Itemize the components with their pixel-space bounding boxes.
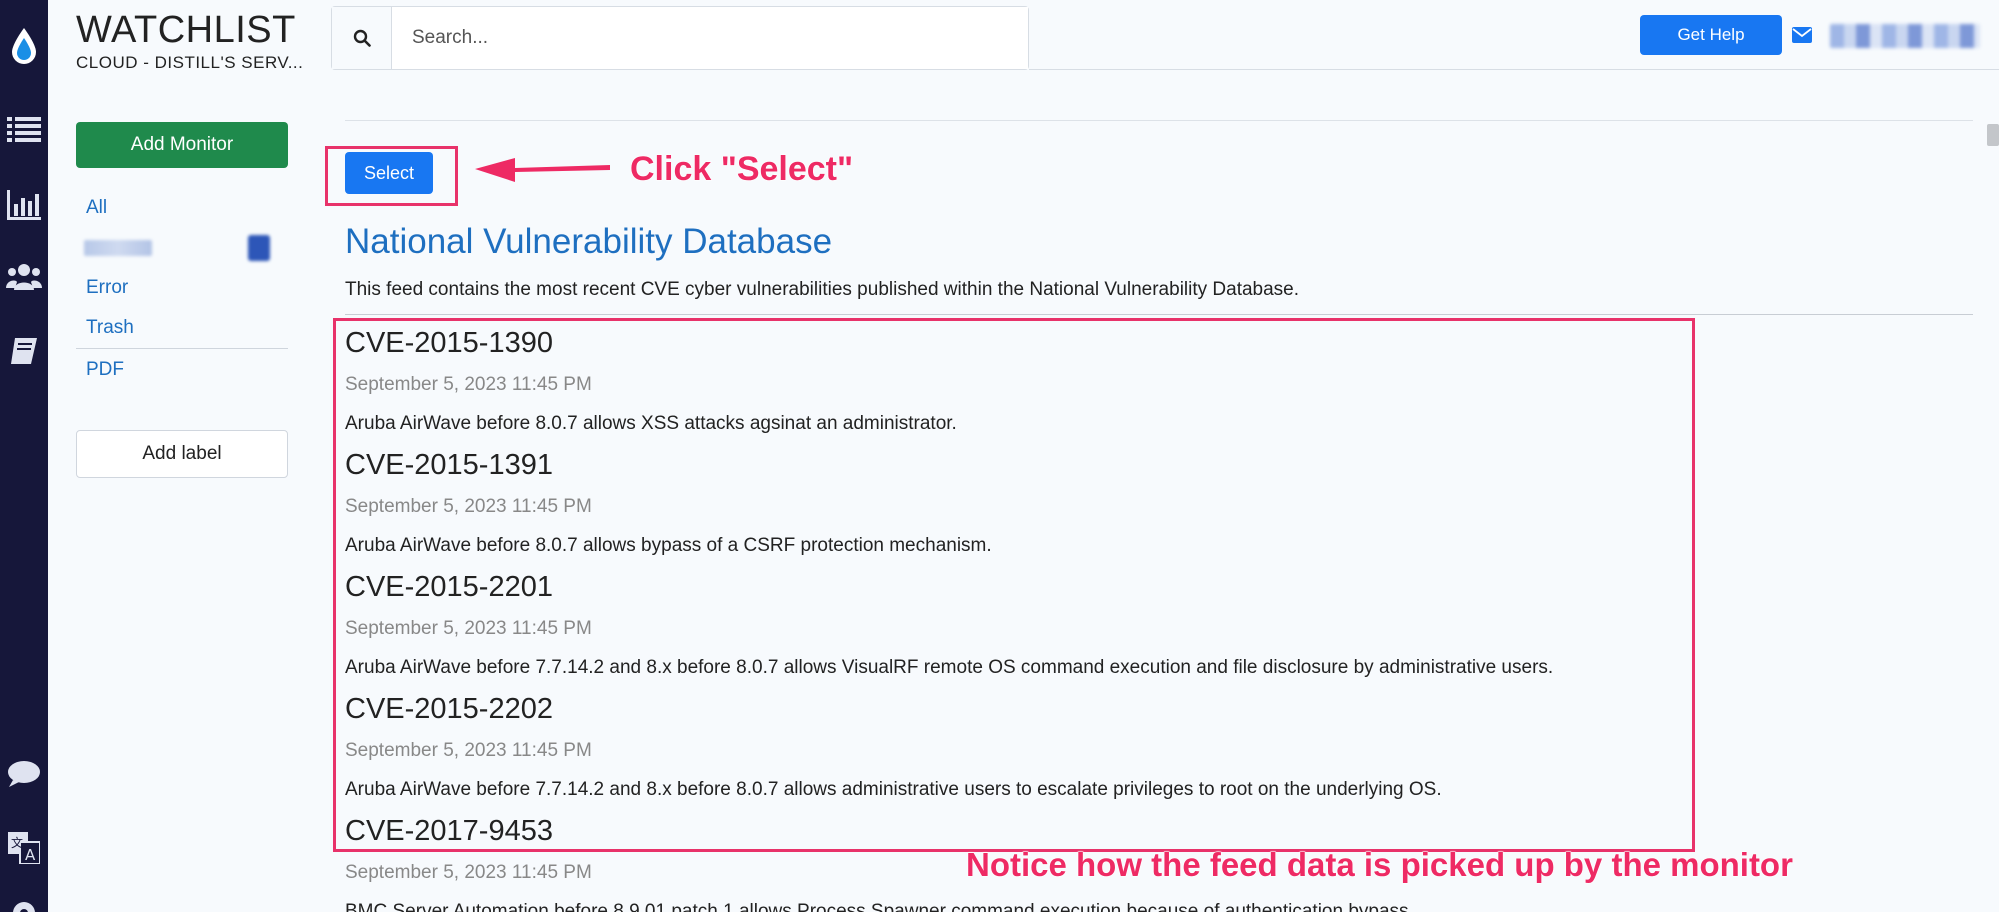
search-icon[interactable] [332, 7, 392, 69]
mail-icon[interactable] [1792, 27, 1812, 48]
gear-icon[interactable] [0, 898, 48, 912]
add-monitor-button[interactable]: Add Monitor [76, 122, 288, 168]
sidebar-item-trash[interactable]: Trash [86, 317, 134, 339]
feed-description: This feed contains the most recent CVE c… [345, 279, 1300, 300]
sidebar-item-redacted[interactable] [84, 240, 152, 256]
scrollbar-thumb[interactable] [1987, 124, 1999, 146]
annotation-arrow-icon [470, 145, 615, 196]
badge-redacted [248, 235, 270, 261]
annotation-click-select: Click "Select" [629, 150, 854, 189]
add-label-button[interactable]: Add label [76, 430, 288, 478]
translate-icon[interactable]: A文 [0, 832, 48, 864]
book-icon[interactable] [0, 336, 48, 366]
users-icon[interactable] [0, 262, 48, 292]
search-input[interactable] [392, 7, 1028, 69]
content-divider-top [345, 120, 1973, 121]
sidebar-item-all[interactable]: All [86, 197, 107, 219]
content-divider-mid [345, 314, 1973, 315]
entry-text: BMC Server Automation before 8.9.01 patc… [345, 901, 1414, 912]
annotation-highlight-feed [333, 318, 1695, 852]
sidebar: WATCHLIST CLOUD - DISTILL'S SERV... Add … [48, 0, 305, 912]
feed-title[interactable]: National Vulnerability Database [345, 222, 832, 262]
list-icon[interactable] [0, 115, 48, 143]
sidebar-divider [76, 348, 288, 349]
drop-logo-icon[interactable] [0, 26, 48, 66]
app-subtitle: CLOUD - DISTILL'S SERV... [76, 53, 304, 72]
sidebar-item-pdf[interactable]: PDF [86, 359, 124, 381]
header-divider [1029, 69, 1999, 70]
svg-text:A: A [25, 846, 36, 864]
search-bar [331, 6, 1029, 70]
bar-chart-icon[interactable] [0, 190, 48, 220]
sidebar-item-error[interactable]: Error [86, 277, 128, 299]
get-help-button[interactable]: Get Help [1640, 15, 1782, 55]
annotation-notice: Notice how the feed data is picked up by… [966, 846, 1794, 884]
svg-text:文: 文 [11, 835, 23, 850]
app-title: WATCHLIST [76, 9, 296, 51]
chat-icon[interactable] [0, 760, 48, 788]
icon-rail: A文 [0, 0, 48, 912]
user-account-redacted[interactable] [1830, 24, 1980, 48]
annotation-highlight-select [325, 146, 458, 206]
entry-date: September 5, 2023 11:45 PM [345, 862, 592, 883]
